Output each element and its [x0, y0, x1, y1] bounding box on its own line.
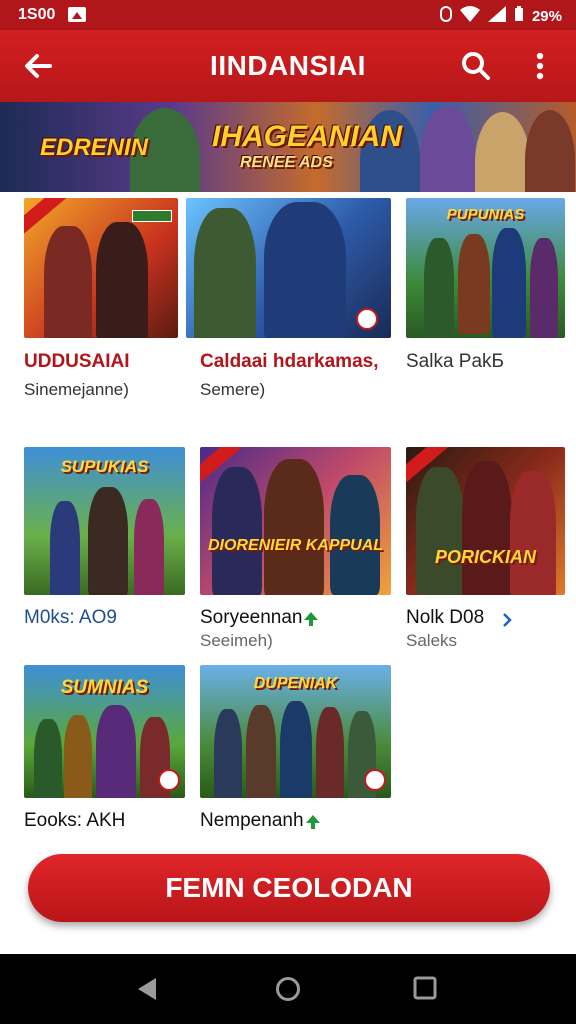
- game-title: UDDUSAIAI: [24, 351, 130, 372]
- game-card[interactable]: SUMNIAS Eooks: AKH: [24, 665, 189, 845]
- character-figure: [64, 715, 92, 798]
- game-title: Salka PakБ: [406, 351, 505, 372]
- game-card[interactable]: PUPUNIAS Salka PakБ: [406, 198, 566, 408]
- character-figure: [316, 707, 344, 798]
- game-logo: PORICKIAN: [434, 547, 536, 567]
- wifi-icon: [459, 6, 480, 26]
- game-card[interactable]: DUPENIAK Nempenanh: [200, 665, 400, 845]
- character-figure: [246, 705, 276, 798]
- character-figure: [134, 499, 164, 595]
- status-bar: 1S00 29%: [0, 0, 576, 30]
- back-triangle-icon[interactable]: [136, 976, 158, 1002]
- hero-logo-left: EDRENIN: [40, 134, 149, 161]
- game-label-tag: [132, 210, 172, 222]
- game-thumbnail[interactable]: SUPUKIAS: [24, 447, 185, 595]
- signal-icon: [487, 6, 506, 26]
- character-figure: [34, 719, 62, 798]
- status-time: 1S00: [18, 6, 56, 23]
- game-logo: DIORENIEIR KAPPUAL: [207, 537, 384, 554]
- game-logo: PUPUNIAS: [446, 206, 525, 223]
- character-figure: [424, 238, 454, 338]
- character-figure: [96, 705, 136, 798]
- game-thumbnail[interactable]: DUPENIAK: [200, 665, 391, 798]
- hero-character-5: [525, 110, 575, 192]
- play-badge-icon: [158, 769, 180, 791]
- character-figure: [88, 487, 128, 595]
- game-thumbnail[interactable]: PUPUNIAS: [406, 198, 565, 338]
- game-subtitle: Semere): [200, 380, 266, 399]
- game-card[interactable]: SUPUKIAS M0ks: AO9: [24, 447, 189, 647]
- game-thumbnail[interactable]: [186, 198, 391, 338]
- battery-percentage: 29%: [531, 7, 562, 25]
- recents-square-icon[interactable]: [413, 976, 437, 1000]
- hero-logo-main: IHAGEANIAN: [212, 120, 403, 153]
- app-bar: IINDANSIAI: [0, 30, 576, 102]
- game-logo: SUMNIAS: [60, 677, 149, 698]
- game-subtitle: Saleks: [406, 631, 458, 650]
- trending-up-icon: [306, 815, 320, 829]
- game-title: Eooks: AKH: [24, 810, 126, 831]
- game-card[interactable]: PORICKIAN Nolk D08 Saleks: [406, 447, 566, 657]
- game-card[interactable]: DIORENIEIR KAPPUAL Soryeennan Seeimeh): [200, 447, 400, 657]
- game-title: Nempenanh: [200, 810, 304, 831]
- game-subtitle: Seeimeh): [200, 631, 273, 650]
- game-logo: SUPUKIAS: [60, 457, 149, 476]
- hero-logo-sub: RENEE ADS: [240, 154, 333, 171]
- character-figure: [510, 471, 556, 595]
- character-figure: [462, 461, 512, 595]
- trending-up-icon: [304, 612, 318, 626]
- game-title: Caldaai hdarkamas,: [200, 351, 379, 372]
- character-figure: [530, 238, 558, 338]
- more-vertical-icon[interactable]: [526, 50, 554, 82]
- alarm-icon: [439, 6, 452, 26]
- game-thumbnail[interactable]: DIORENIEIR KAPPUAL: [200, 447, 391, 595]
- home-circle-icon[interactable]: [275, 976, 301, 1002]
- character-figure: [44, 226, 92, 338]
- chevron-right-icon: [503, 613, 512, 627]
- play-badge-icon: [364, 769, 386, 791]
- character-figure: [264, 202, 346, 338]
- game-title: M0ks: AO9: [24, 607, 117, 628]
- character-figure: [330, 475, 380, 595]
- game-title: Nolk D08: [406, 607, 485, 628]
- status-icons: 29%: [439, 6, 562, 26]
- character-figure: [50, 501, 80, 595]
- primary-cta-button[interactable]: FEMN CEOLODAN: [28, 854, 550, 922]
- character-figure: [416, 467, 464, 595]
- image-notification-icon: [68, 7, 86, 22]
- character-figure: [280, 701, 312, 798]
- hero-banner[interactable]: EDRENIN IHAGEANIAN RENEE ADS: [0, 102, 576, 192]
- game-logo: DUPENIAK: [253, 675, 338, 692]
- character-figure: [264, 459, 324, 595]
- character-figure: [96, 222, 148, 338]
- character-figure: [194, 208, 256, 338]
- game-card[interactable]: Caldaai hdarkamas, Semere): [186, 198, 396, 408]
- hero-character-3: [420, 106, 475, 192]
- character-figure: [212, 467, 262, 595]
- game-thumbnail[interactable]: PORICKIAN: [406, 447, 565, 595]
- battery-icon: [514, 6, 524, 26]
- game-title: Soryeennan: [200, 607, 303, 628]
- game-subtitle: Sinemejanne): [24, 380, 129, 399]
- system-navigation-bar: [0, 954, 576, 1024]
- hero-character-4: [475, 112, 530, 192]
- character-figure: [458, 234, 490, 334]
- game-thumbnail[interactable]: SUMNIAS: [24, 665, 185, 798]
- game-card[interactable]: UDDUSAIAI Sinemejanne): [24, 198, 184, 408]
- game-thumbnail[interactable]: [24, 198, 178, 338]
- play-badge-icon: [356, 308, 378, 330]
- character-figure: [492, 228, 526, 338]
- search-icon[interactable]: [460, 50, 492, 82]
- character-figure: [214, 709, 242, 798]
